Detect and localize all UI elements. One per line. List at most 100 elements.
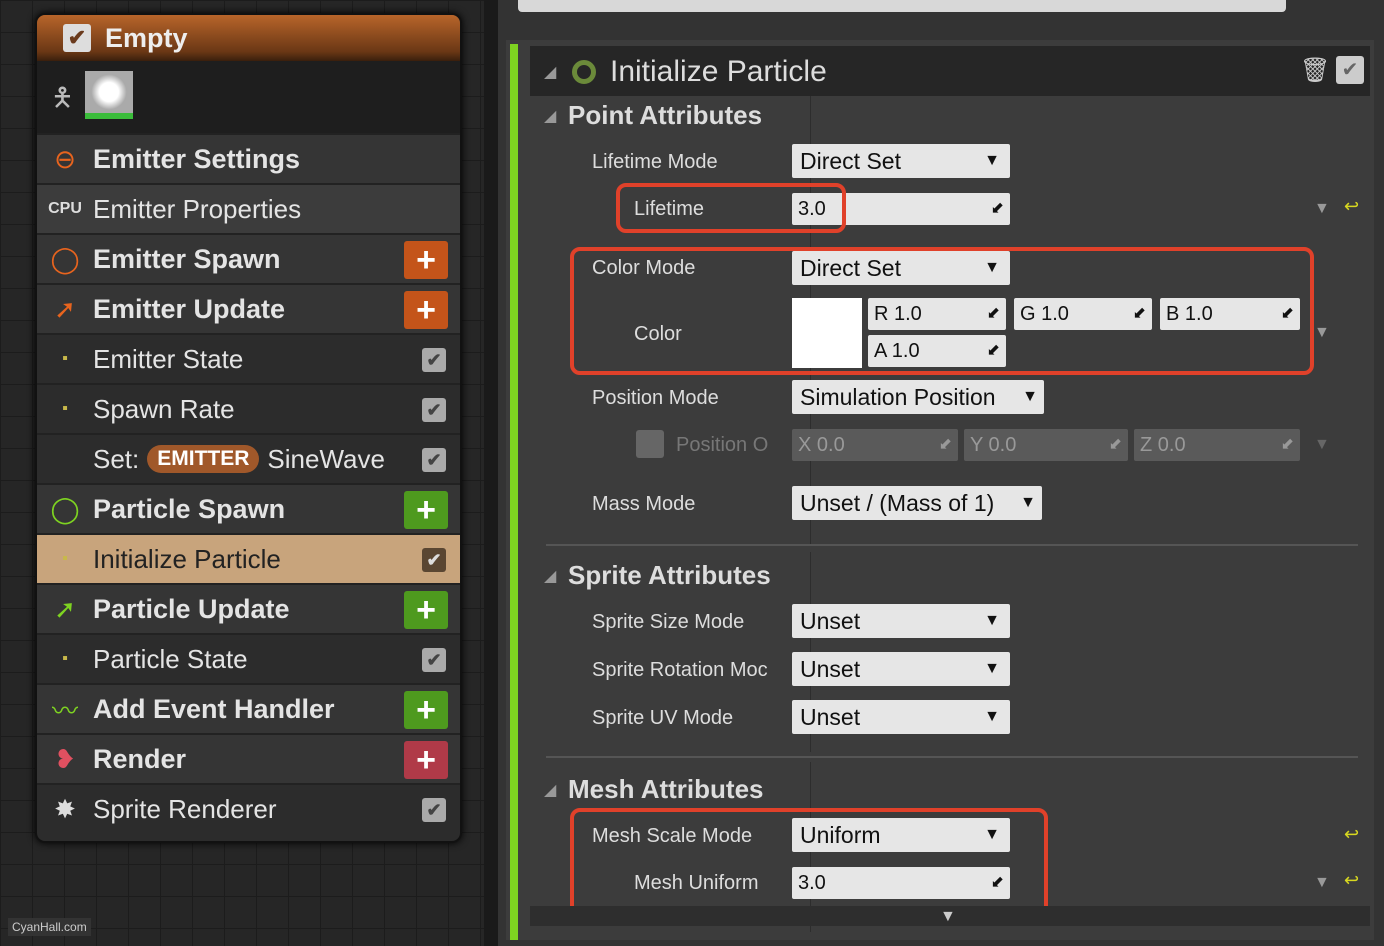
- collapse-icon[interactable]: ◢: [544, 62, 556, 82]
- dropdown-arrow-icon[interactable]: ▼: [1314, 200, 1330, 218]
- dropdown-arrow-icon[interactable]: ▼: [1314, 874, 1330, 892]
- sprite-size-label: Sprite Size Mode: [592, 611, 745, 633]
- cpu-icon: CPU: [48, 200, 82, 217]
- row-label: Particle Spawn: [93, 493, 286, 524]
- enabled-checkbox[interactable]: ✔: [422, 398, 446, 422]
- stack-row-initialize-particle[interactable]: ▪ Initialize Particle ✔: [37, 533, 460, 583]
- row-label: Emitter Settings: [93, 143, 301, 174]
- stack-row-set[interactable]: Set: EMITTER SineWave ✔: [37, 433, 460, 483]
- lifetime-mode-label: Lifetime Mode: [592, 151, 718, 173]
- enabled-checkbox[interactable]: ✔: [422, 448, 446, 472]
- row-label: Sprite Renderer: [93, 793, 277, 824]
- enabled-checkbox[interactable]: ✔: [422, 798, 446, 822]
- sprite-collapse-icon[interactable]: ◢: [544, 566, 556, 586]
- row-label: Emitter State: [93, 343, 244, 374]
- stack-row-emitter-spawn[interactable]: ◯ Emitter Spawn +: [37, 233, 460, 283]
- module-title-bar: ◢ Initialize Particle 🗑 ✔: [530, 46, 1370, 96]
- ring-icon: ◯: [50, 243, 80, 274]
- lifetime-mode-dropdown[interactable]: Direct Set ▼: [792, 144, 1010, 178]
- add-module-button[interactable]: +: [404, 491, 448, 529]
- sprite-rotation-value: Unset: [800, 656, 861, 682]
- ring-icon: ◯: [50, 493, 80, 524]
- add-module-button[interactable]: +: [404, 691, 448, 729]
- reset-icon[interactable]: ↩: [1344, 870, 1359, 891]
- sprite-uv-label: Sprite UV Mode: [592, 707, 734, 729]
- row-label: Render: [93, 743, 187, 774]
- emitter-node: ✔ Empty 🯅 ⊖ Emitter Settings CPU Emitter Pr…: [35, 13, 462, 843]
- row-label: Emitter Properties: [93, 193, 302, 224]
- position-offset-label: Position O: [676, 434, 769, 456]
- position-y-input[interactable]: Y 0.0 ⬋: [964, 429, 1128, 461]
- mesh-collapse-icon[interactable]: ◢: [544, 780, 556, 800]
- sprite-attributes-heading: Sprite Attributes: [568, 560, 771, 590]
- x-value: X 0.0: [798, 434, 845, 456]
- emitter-title: Empty: [105, 22, 188, 53]
- point-collapse-icon[interactable]: ◢: [544, 106, 556, 126]
- row-label: Spawn Rate: [93, 393, 235, 424]
- row-suffix: SineWave: [267, 443, 385, 474]
- mass-mode-dropdown[interactable]: Unset / (Mass of 1) ▼: [792, 486, 1042, 520]
- reset-icon[interactable]: ↩: [1344, 824, 1359, 845]
- row-label: Particle State: [93, 643, 248, 674]
- row-label: Initialize Particle: [93, 543, 281, 574]
- module-enabled-checkbox[interactable]: ✔: [1336, 56, 1364, 84]
- row-label: Particle Update: [93, 593, 290, 624]
- event-icon: 〰: [51, 695, 78, 726]
- add-module-button[interactable]: +: [404, 591, 448, 629]
- enabled-checkbox[interactable]: ✔: [422, 648, 446, 672]
- figure-icon: 🯅: [51, 82, 74, 112]
- top-field[interactable]: [518, 0, 1286, 12]
- position-offset-checkbox[interactable]: [636, 430, 664, 458]
- stack-row-emitter-update[interactable]: ➚ Emitter Update +: [37, 283, 460, 333]
- expand-arrow-icon[interactable]: ▼: [940, 908, 956, 926]
- stack-row-sprite-renderer[interactable]: ✸ Sprite Renderer ✔: [37, 783, 460, 833]
- module-accent-bar: [510, 44, 518, 940]
- lifetime-mode-value: Direct Set: [800, 148, 901, 174]
- module-card: ◢ Initialize Particle 🗑 ✔ ◢ Point Attrib…: [506, 40, 1374, 940]
- stack-row-emitter-properties[interactable]: CPU Emitter Properties: [37, 183, 460, 233]
- position-z-input[interactable]: Z 0.0 ⬋: [1134, 429, 1300, 461]
- position-mode-dropdown[interactable]: Simulation Position ▼: [792, 380, 1044, 414]
- enabled-checkbox[interactable]: ✔: [422, 348, 446, 372]
- position-mode-label: Position Mode: [592, 387, 719, 409]
- stack-row-particle-update[interactable]: ➚ Particle Update +: [37, 583, 460, 633]
- point-attributes-heading: Point Attributes: [568, 100, 763, 130]
- add-module-button[interactable]: +: [404, 291, 448, 329]
- mesh-attributes-heading: Mesh Attributes: [568, 774, 764, 804]
- sprite-size-dropdown[interactable]: Unset ▼: [792, 604, 1010, 638]
- position-x-input[interactable]: X 0.0 ⬋: [792, 429, 958, 461]
- dropdown-arrow-icon[interactable]: ▼: [1314, 436, 1330, 454]
- sprite-rotation-dropdown[interactable]: Unset ▼: [792, 652, 1010, 686]
- module-icon: ▪: [62, 550, 68, 567]
- material-thumbnail[interactable]: [85, 71, 133, 119]
- stack-row-spawn-rate[interactable]: ▪ Spawn Rate ✔: [37, 383, 460, 433]
- sprite-uv-dropdown[interactable]: Unset ▼: [792, 700, 1010, 734]
- highlight-color: [570, 247, 1314, 375]
- highlight-mesh: [570, 808, 1048, 916]
- watermark: CyanHall.com: [8, 918, 91, 936]
- sprite-uv-value: Unset: [800, 704, 861, 730]
- enabled-checkbox[interactable]: ✔: [422, 548, 446, 572]
- stack-row-emitter-settings[interactable]: ⊖ Emitter Settings: [37, 133, 460, 183]
- trash-icon[interactable]: 🗑: [1300, 56, 1330, 85]
- dropdown-arrow-icon[interactable]: ▼: [1314, 324, 1330, 342]
- z-value: Z 0.0: [1140, 434, 1186, 456]
- emitter-preview: 🯅: [37, 61, 460, 133]
- position-mode-value: Simulation Position: [800, 384, 996, 410]
- emitter-enabled-checkbox[interactable]: ✔: [63, 24, 91, 52]
- splitter[interactable]: [484, 0, 498, 946]
- mass-mode-label: Mass Mode: [592, 493, 696, 515]
- stack-row-render[interactable]: ❥ Render +: [37, 733, 460, 783]
- arrow-icon: ➚: [54, 293, 76, 324]
- reset-icon[interactable]: ↩: [1344, 196, 1359, 217]
- row-label: Add Event Handler: [93, 693, 335, 724]
- row-label: Set:: [93, 443, 140, 474]
- stack-row-emitter-state[interactable]: ▪ Emitter State ✔: [37, 333, 460, 383]
- stack-row-particle-spawn[interactable]: ◯ Particle Spawn +: [37, 483, 460, 533]
- render-icon: ❥: [54, 743, 76, 774]
- stack-row-particle-state[interactable]: ▪ Particle State ✔: [37, 633, 460, 683]
- stack-row-add-event-handler[interactable]: 〰 Add Event Handler +: [37, 683, 460, 733]
- arrow-icon: ➚: [54, 593, 76, 624]
- add-module-button[interactable]: +: [404, 241, 448, 279]
- add-module-button[interactable]: +: [404, 741, 448, 779]
